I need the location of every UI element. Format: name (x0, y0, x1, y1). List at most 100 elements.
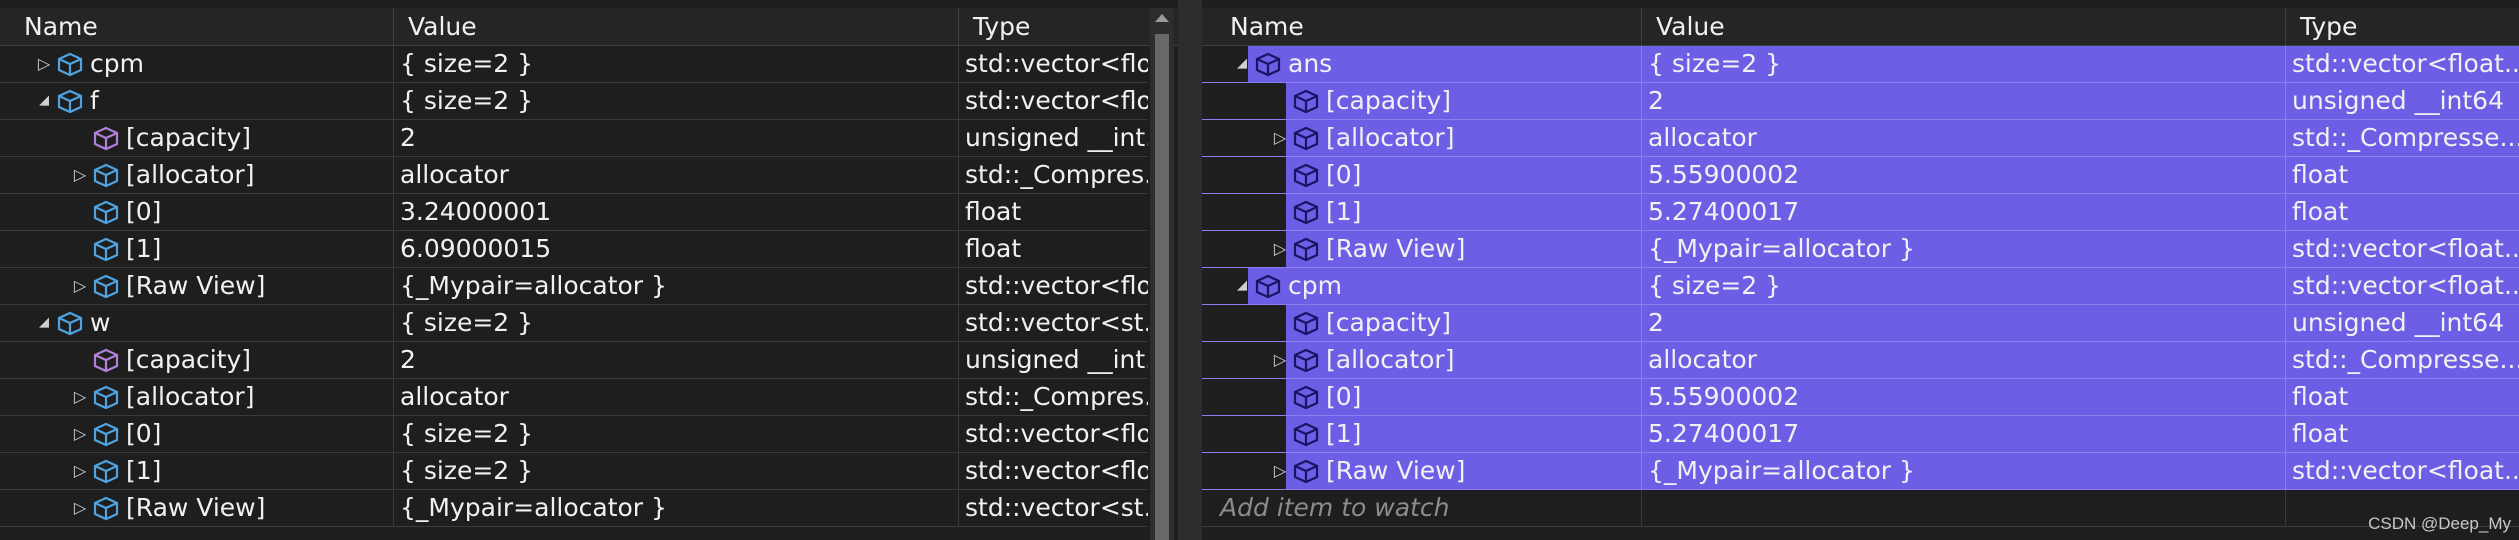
watch-name-label: [1] (1326, 419, 1362, 448)
watch-row[interactable]: [capacity] 2 unsigned __int64 (1202, 83, 2519, 120)
watch-panel-right: Name Value Type ◢ ans{ size=2 } std::vecto… (1202, 0, 2519, 540)
watch-value-cell[interactable]: { size=2 } (394, 416, 959, 452)
vertical-scrollbar[interactable] (1150, 8, 1174, 540)
watch-value-cell[interactable]: { size=2 } (394, 83, 959, 119)
watch-type-cell: unsigned __int... (965, 123, 1148, 152)
watch-name-label: [Raw View] (126, 271, 266, 300)
watch-value-cell[interactable]: allocator (1642, 120, 2286, 156)
watch-value-cell[interactable]: 2 (394, 342, 959, 378)
watch-value-cell[interactable]: allocator (1642, 342, 2286, 378)
watch-row[interactable]: ▷ [0] { size=2 }std::vector<flo... (0, 416, 1148, 453)
watch-value-cell[interactable]: {_Mypair=allocator } (1642, 231, 2286, 267)
watch-row[interactable]: ▷ [allocator] allocator std::_Compresse... (1202, 342, 2519, 379)
scroll-up-arrow-icon[interactable] (1155, 14, 1169, 22)
watch-value-cell[interactable]: {_Mypair=allocator } (394, 268, 959, 304)
watch-type-cell: std::vector<flo... (965, 419, 1148, 448)
column-header-value[interactable]: Value (394, 8, 959, 45)
column-header-value[interactable]: Value (1642, 8, 2286, 45)
variable-icon (92, 495, 120, 521)
column-header-type[interactable]: Type (959, 8, 1149, 45)
watch-name-label: [capacity] (126, 123, 252, 152)
watch-row[interactable]: ▷ [Raw View] {_Mypair=allocator } std::vect… (1202, 231, 2519, 268)
watch-value-cell[interactable]: 5.27400017 (1642, 416, 2286, 452)
watch-value-cell[interactable]: 2 (394, 120, 959, 156)
collapsed-arrow-icon[interactable]: ▷ (70, 490, 90, 526)
watch-row[interactable]: ◢f{ size=2 }std::vector<flo... (0, 83, 1148, 120)
collapsed-arrow-icon[interactable]: ▷ (70, 453, 90, 489)
watch-name-cell: [capacity] (1216, 83, 1642, 119)
watch-value-cell[interactable]: 5.55900002 (1642, 379, 2286, 415)
collapsed-arrow-icon[interactable]: ▷ (34, 46, 54, 82)
scrollbar-thumb[interactable] (1155, 34, 1169, 540)
watch-value-cell[interactable]: { size=2 } (1642, 268, 2286, 304)
watch-row[interactable]: [0] 3.24000001 float (0, 194, 1148, 231)
watch-value-cell[interactable]: { size=2 } (394, 46, 959, 82)
watch-value-cell[interactable]: 3.24000001 (394, 194, 959, 230)
watch-value-cell[interactable]: 5.27400017 (1642, 194, 2286, 230)
watch-value-cell[interactable]: { size=2 } (394, 305, 959, 341)
collapsed-arrow-icon[interactable]: ▷ (70, 416, 90, 452)
watch-row[interactable]: [1] 6.09000015 float (0, 231, 1148, 268)
watch-row[interactable]: [1] 5.27400017 float (1202, 194, 2519, 231)
watch-row[interactable]: ▷ [1] { size=2 }std::vector<flo... (0, 453, 1148, 490)
watch-row[interactable]: [capacity] 2 unsigned __int64 (1202, 305, 2519, 342)
watch-name-cell: [0] (1216, 379, 1642, 415)
watch-type-cell: float (2286, 194, 2519, 230)
variable-icon (1292, 236, 1320, 262)
watch-name-label: [allocator] (126, 382, 255, 411)
collapsed-arrow-icon[interactable]: ▷ (70, 379, 90, 415)
watch-row[interactable]: ▷ [Raw View] {_Mypair=allocator } std::vect… (0, 490, 1148, 527)
expanded-arrow-icon[interactable]: ◢ (1232, 46, 1252, 82)
watch-name-cell: ◢ ans (1216, 46, 1642, 82)
watch-row[interactable]: [capacity] 2unsigned __int... (0, 120, 1148, 157)
collapsed-arrow-icon[interactable]: ▷ (1270, 453, 1290, 489)
watch-name-cell: ◢ cpm (1216, 268, 1642, 304)
watch-row[interactable]: ▷ [allocator] allocator std::_Compres... (0, 379, 1148, 416)
watch-row[interactable]: ◢ ans { size=2 } std::vector<float... (1202, 46, 2519, 83)
expanded-arrow-icon[interactable]: ◢ (34, 83, 54, 119)
watch-value-cell[interactable]: { size=2 } (394, 453, 959, 489)
watch-name-label: [allocator] (126, 160, 255, 189)
watch-row[interactable]: [1] 5.27400017 float (1202, 416, 2519, 453)
watch-value-cell[interactable]: 5.55900002 (1642, 157, 2286, 193)
watch-value-cell[interactable]: allocator (394, 379, 959, 415)
watch-row[interactable]: [0] 5.55900002 float (1202, 157, 2519, 194)
watch-value-cell (1642, 490, 2286, 526)
watch-value-cell[interactable]: 6.09000015 (394, 231, 959, 267)
watch-row[interactable]: ▷ [allocator] allocator std::_Compres... (0, 157, 1148, 194)
watch-value-cell[interactable]: {_Mypair=allocator } (1642, 453, 2286, 489)
watch-row[interactable]: ▷ cpm { size=2 }std::vector<flo... (0, 46, 1148, 83)
watch-value-cell[interactable]: 2 (1642, 83, 2286, 119)
watch-row[interactable]: ◢ w{ size=2 } std::vector<st... (0, 305, 1148, 342)
pane-divider[interactable] (1178, 0, 1202, 540)
watch-row[interactable]: [capacity] 2unsigned __int... (0, 342, 1148, 379)
watch-type-cell: std::vector<float... (2286, 46, 2519, 82)
watch-row[interactable]: ▷ [Raw View] {_Mypair=allocator } std::vect… (1202, 453, 2519, 490)
watch-name-label: [capacity] (126, 345, 252, 374)
expanded-arrow-icon[interactable]: ◢ (34, 305, 54, 341)
watch-name-label: f (90, 86, 99, 115)
watch-name-cell: [capacity] (10, 120, 394, 156)
collapsed-arrow-icon[interactable]: ▷ (70, 268, 90, 304)
watch-row[interactable]: ▷ [allocator] allocator std::_Compresse... (1202, 120, 2519, 157)
add-item-row[interactable]: Add item to watch (1202, 490, 2519, 527)
watch-row[interactable]: ◢ cpm { size=2 } std::vector<float... (1202, 268, 2519, 305)
collapsed-arrow-icon[interactable]: ▷ (70, 157, 90, 193)
expanded-arrow-icon[interactable]: ◢ (1232, 268, 1252, 304)
watch-row[interactable]: [0] 5.55900002 float (1202, 379, 2519, 416)
column-header-name[interactable]: Name (1216, 8, 1642, 45)
watch-row[interactable]: ▷ [Raw View] {_Mypair=allocator } std::vect… (0, 268, 1148, 305)
watch-type-cell: std::_Compresse... (2286, 342, 2519, 378)
column-header-type[interactable]: Type (2286, 8, 2519, 45)
collapsed-arrow-icon[interactable]: ▷ (1270, 342, 1290, 378)
watch-type-cell: float (2286, 157, 2519, 193)
watch-value-cell[interactable]: 2 (1642, 305, 2286, 341)
column-header-name[interactable]: Name (10, 8, 394, 45)
watch-value-cell[interactable]: { size=2 } (1642, 46, 2286, 82)
watch-value-cell[interactable]: {_Mypair=allocator } (394, 490, 959, 526)
add-item-input[interactable]: Add item to watch (1216, 490, 1642, 526)
watch-value-cell[interactable]: allocator (394, 157, 959, 193)
collapsed-arrow-icon[interactable]: ▷ (1270, 231, 1290, 267)
collapsed-arrow-icon[interactable]: ▷ (1270, 120, 1290, 156)
watch-type-cell: float (965, 197, 1022, 226)
